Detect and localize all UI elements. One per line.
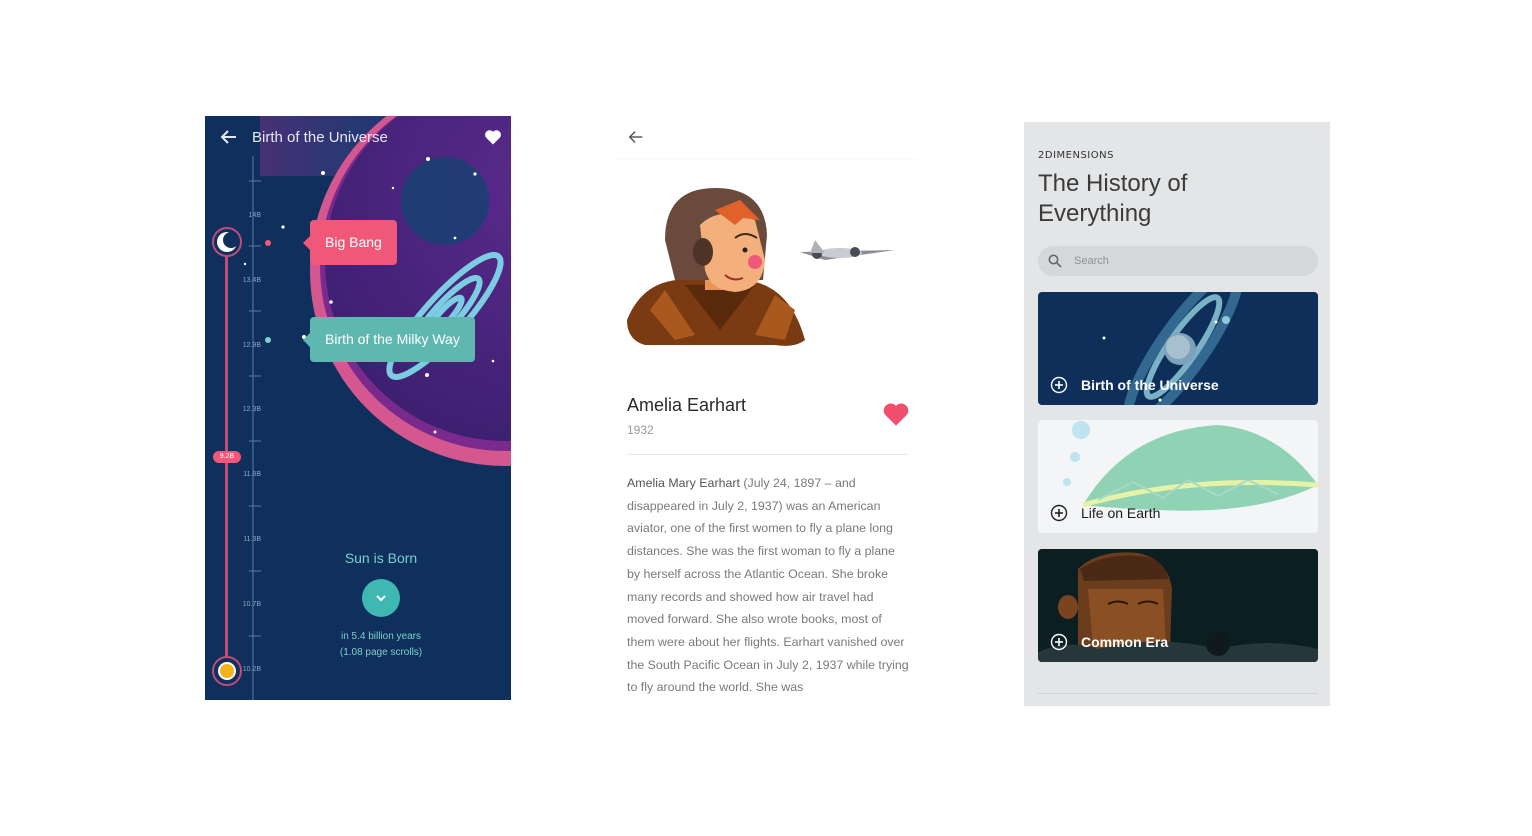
card-birth-of-the-universe[interactable]: Birth of the Universe xyxy=(1038,292,1318,405)
brand-logo: 2DIMENSIONS xyxy=(1038,150,1114,161)
tick-label: 13.4B xyxy=(242,277,261,284)
heart-icon[interactable] xyxy=(882,401,910,427)
leaf-art xyxy=(1063,421,1318,511)
timeline-screen: 14B 13.4B 12.9B 12.3B 11.8B 11.3B 10.7B … xyxy=(205,116,511,700)
plus-circle-icon xyxy=(1050,504,1068,522)
portrait-art xyxy=(1038,549,1318,662)
top-bar xyxy=(613,116,918,158)
card-label: Birth of the Universe xyxy=(1081,377,1219,393)
event-dot xyxy=(265,240,271,246)
tick-label: 12.9B xyxy=(242,342,261,349)
tick-label: 14B xyxy=(248,212,261,219)
divider xyxy=(1038,693,1318,694)
article-text: (July 24, 1897 – and disappeared in July… xyxy=(627,476,909,695)
tick-label: 11.3B xyxy=(243,536,261,543)
person-name: Amelia Earhart xyxy=(627,395,747,415)
next-event-title: Sun is Born xyxy=(344,550,418,566)
next-event-button[interactable] xyxy=(362,579,400,617)
search-input[interactable]: Search xyxy=(1038,246,1318,276)
divider xyxy=(627,454,908,455)
card-common-era[interactable]: Common Era xyxy=(1038,549,1318,662)
article-subject: Amelia Mary Earhart xyxy=(627,476,740,490)
heart-icon[interactable] xyxy=(484,128,502,146)
menu-screen: 2DIMENSIONS The History of Everything Se… xyxy=(1024,122,1330,706)
sun-marker-icon[interactable] xyxy=(212,656,242,686)
tick-label: 11.8B xyxy=(243,471,261,478)
plus-circle-icon xyxy=(1050,633,1068,651)
search-icon xyxy=(1048,254,1062,268)
back-arrow-icon[interactable] xyxy=(627,128,645,146)
event-bubble-big-bang[interactable]: Big Bang xyxy=(303,220,397,265)
card-label: Common Era xyxy=(1081,634,1169,650)
app-title: The History of Everything xyxy=(1038,170,1188,227)
next-event-scrolls: (1.08 page scrolls) xyxy=(339,647,423,658)
back-arrow-icon[interactable] xyxy=(219,127,239,147)
tick-label: 10.7B xyxy=(242,601,261,608)
article-screen: Amelia Earhart 1932 Amelia Mary Earhart … xyxy=(613,116,918,696)
search-placeholder: Search xyxy=(1074,255,1109,267)
timeline-ticks xyxy=(249,156,261,700)
aviator-illustration xyxy=(627,188,895,346)
event-year: 1932 xyxy=(627,423,654,437)
event-bubble-milky-way[interactable]: Birth of the Milky Way xyxy=(303,317,475,362)
current-time-badge: 9.2B xyxy=(213,451,241,463)
plus-circle-icon xyxy=(1050,376,1068,394)
event-dot xyxy=(265,337,271,343)
card-label: Life on Earth xyxy=(1081,505,1161,521)
next-event-distance: in 5.4 billion years xyxy=(340,631,422,642)
card-life-on-earth[interactable]: Life on Earth xyxy=(1038,420,1318,533)
tick-label: 12.3B xyxy=(242,406,261,413)
chevron-down-icon xyxy=(376,595,386,602)
article-body: Amelia Mary Earhart (July 24, 1897 – and… xyxy=(627,472,911,696)
page-title: Birth of the Universe xyxy=(252,129,388,146)
moon-marker-icon[interactable] xyxy=(212,227,242,257)
